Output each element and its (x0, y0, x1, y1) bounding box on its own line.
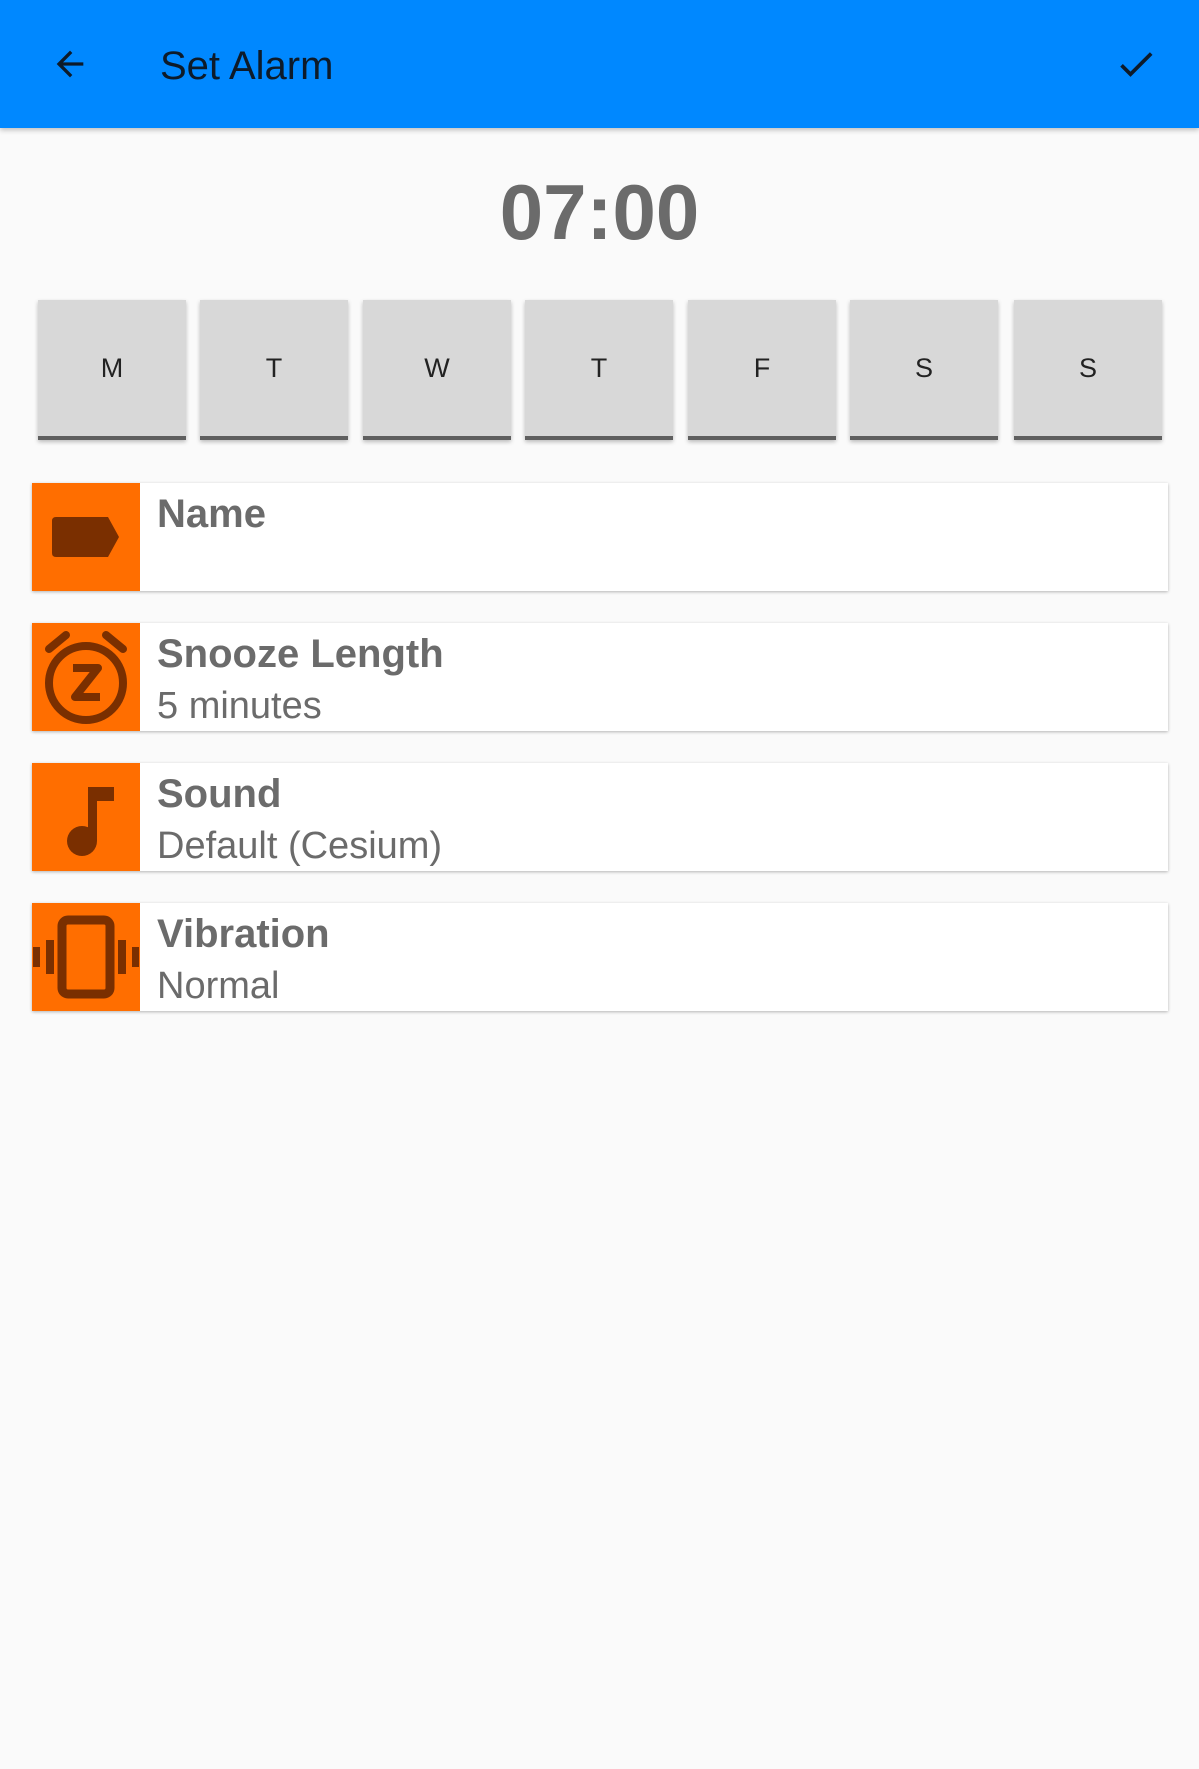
alarm-time[interactable]: 07:00 (0, 166, 1199, 258)
setting-sound-label: Sound (157, 772, 282, 816)
page-title: Set Alarm (160, 44, 334, 88)
music-note-icon (67, 787, 114, 856)
vibration-icon (33, 915, 139, 999)
setting-vibration-label: Vibration (157, 912, 330, 956)
day-toggle-wednesday[interactable]: W (363, 300, 511, 440)
arrow-back-icon (56, 50, 84, 78)
snooze-alarm-icon (45, 631, 127, 724)
setting-sound-icon-box (32, 763, 140, 871)
setting-snooze-label: Snooze Length (157, 632, 444, 676)
setting-name-label: Name (157, 492, 266, 536)
setting-snooze-value: 5 minutes (157, 685, 322, 727)
setting-vibration-icon-box (32, 903, 140, 1011)
day-toggle-thursday[interactable]: T (525, 300, 673, 440)
setting-name-icon-box (32, 483, 140, 591)
setting-vibration[interactable]: Vibration Normal (32, 903, 1168, 1011)
day-toggle-friday[interactable]: F (688, 300, 836, 440)
setting-sound-value: Default (Cesium) (157, 825, 443, 867)
back-button[interactable] (38, 32, 102, 96)
check-icon (1120, 52, 1153, 77)
confirm-button[interactable] (1104, 32, 1168, 96)
label-tag-icon (52, 517, 119, 557)
setting-sound[interactable]: Sound Default (Cesium) (32, 763, 1168, 871)
setting-vibration-value: Normal (157, 965, 280, 1007)
day-toggle-saturday[interactable]: S (850, 300, 998, 440)
day-toggle-sunday[interactable]: S (1014, 300, 1162, 440)
day-toggle-tuesday[interactable]: T (200, 300, 348, 440)
day-selector: M T W T F S S (38, 300, 1162, 440)
day-toggle-monday[interactable]: M (38, 300, 186, 440)
setting-name[interactable]: Name (32, 483, 1168, 591)
setting-snooze-icon-box (32, 623, 140, 731)
setting-snooze-length[interactable]: Snooze Length 5 minutes (32, 623, 1168, 731)
app-bar: Set Alarm (0, 0, 1199, 128)
